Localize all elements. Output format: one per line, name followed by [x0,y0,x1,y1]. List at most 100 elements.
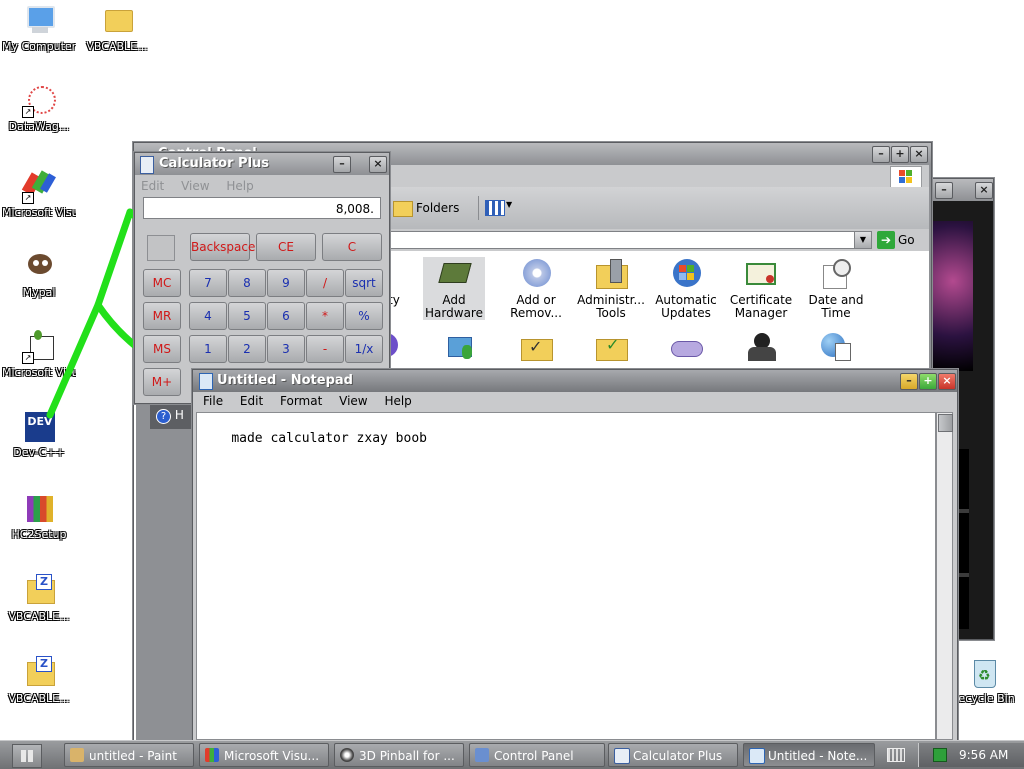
start-button[interactable] [12,744,42,768]
go-button[interactable]: ➔ Go [876,230,915,250]
m-plus-key[interactable]: M+ [143,368,181,396]
taskbar-item-pinball[interactable]: 3D Pinball for ... [334,743,464,767]
key-1[interactable]: 1 [189,335,227,363]
desktop-icon-my-computer[interactable]: My Computer [2,4,76,53]
address-input[interactable]: p [374,231,872,249]
control-panel-icon [475,748,489,762]
cp-item-folder-options-icon[interactable]: ✓ [519,331,553,363]
calculator-window[interactable]: Calculator Plus – × Edit View Help 8,008… [134,152,390,404]
calculator-icon [614,748,630,764]
key-4[interactable]: 4 [189,302,227,330]
ms-key[interactable]: MS [143,335,181,363]
desktop-icon-hc2setup[interactable]: HC2Setup [2,492,76,541]
paint-icon [70,748,84,762]
notepad-minimize-button[interactable]: – [900,373,918,390]
backspace-key[interactable]: Backspace [190,233,255,261]
key-7[interactable]: 7 [189,269,227,297]
folders-icon [393,201,413,217]
calc-menu-edit[interactable]: Edit [141,179,164,193]
cp-item-automatic-updates[interactable]: Automatic Updates [648,257,724,320]
taskbar-item-paint[interactable]: untitled - Paint [64,743,194,767]
recycle-bin-icon: ♻ [966,656,1000,690]
notepad-menu-file[interactable]: File [203,394,223,408]
calc-display: 8,008. [143,197,381,219]
notepad-menu-view[interactable]: View [339,394,367,408]
cp-item-add-remove[interactable]: Add or Remov... [498,257,574,320]
add-hardware-icon [437,257,472,291]
keyboard-icon[interactable] [887,748,905,762]
notepad-window[interactable]: Untitled - Notepad – + × File Edit Forma… [192,369,958,743]
cp-item-mouse-icon[interactable] [444,331,478,363]
zip-folder-icon: Z [22,574,56,608]
pinball-close-button[interactable]: × [975,182,993,199]
cp-item-date-time[interactable]: Date and Time [798,257,874,320]
cp-item-admin-tools[interactable]: Administr... Tools [573,257,649,320]
notepad-title: Untitled - Notepad [217,373,353,388]
notepad-vertical-scrollbar[interactable] [936,412,953,740]
desktop-icon-datawag[interactable]: ↗ DataWag... [2,84,76,133]
folders-button[interactable]: Folders [390,197,459,219]
c-key[interactable]: C [322,233,382,261]
cp-item-internet-options-icon[interactable] [819,331,853,363]
key-3[interactable]: 3 [267,335,305,363]
notepad-titlebar[interactable]: Untitled - Notepad [193,370,957,392]
clock[interactable]: 9:56 AM [959,743,1008,767]
cp-item-certificate-manager[interactable]: Certificate Manager [723,257,799,320]
calc-menu-help[interactable]: Help [226,179,253,193]
calc-close-button[interactable]: × [369,156,387,173]
notepad-menubar: File Edit Format View Help [203,392,955,410]
address-dropdown-button[interactable]: ▼ [854,231,872,249]
mc-key[interactable]: MC [143,269,181,297]
views-button[interactable]: ▼ [478,196,515,220]
notepad-maximize-button[interactable]: + [919,373,937,390]
calc-menu-view[interactable]: View [181,179,209,193]
calc-minimize-button[interactable]: – [333,156,351,173]
key-6[interactable]: 6 [267,302,305,330]
folder-icon [100,4,134,38]
key-9[interactable]: 9 [267,269,305,297]
notepad-icon [749,748,765,764]
subtract-key[interactable]: - [306,335,344,363]
calc-memory-indicator [147,235,175,261]
shortcut-arrow-icon: ↗ [22,192,34,204]
taskbar-item-visual-studio[interactable]: Microsoft Visu... [199,743,329,767]
cp-item-game-controllers-icon[interactable] [669,333,703,363]
notepad-menu-edit[interactable]: Edit [240,394,263,408]
cp-close-button[interactable]: × [910,146,928,163]
add-remove-icon [519,257,553,291]
desktop-icon-vbcable-folder[interactable]: VBCABLE... [80,4,154,53]
network-tray-icon[interactable] [933,748,947,762]
percent-key[interactable]: % [345,302,383,330]
sqrt-key[interactable]: sqrt [345,269,383,297]
ce-key[interactable]: CE [256,233,316,261]
cp-item-user-icon[interactable] [744,331,778,363]
shortcut-arrow-icon: ↗ [22,106,34,118]
divide-key[interactable]: / [306,269,344,297]
reciprocal-key[interactable]: 1/x [345,335,383,363]
cp-maximize-button[interactable]: + [891,146,909,163]
notepad-text-area[interactable]: made calculator zxay boob [196,412,936,740]
shortcut-arrow-icon: ↗ [22,352,34,364]
notepad-close-button[interactable]: × [938,373,956,390]
cp-minimize-button[interactable]: – [872,146,890,163]
scrollbar-thumb[interactable] [938,414,953,432]
pinball-minimize-button[interactable]: – [935,182,953,199]
taskbar-item-calculator[interactable]: Calculator Plus [608,743,738,767]
mr-key[interactable]: MR [143,302,181,330]
desktop-icon-vbcable-zip-1[interactable]: Z VBCABLE... [2,574,76,623]
my-computer-icon [22,4,56,38]
cp-item-add-hardware[interactable]: Add Hardware [423,257,485,320]
datawag-icon: ↗ [22,84,56,118]
key-2[interactable]: 2 [228,335,266,363]
cp-item-folder2-icon[interactable]: ✓ [594,331,628,363]
desktop-icon-vbcable-zip-2[interactable]: Z VBCABLE... [2,656,76,705]
taskbar-item-notepad[interactable]: Untitled - Note... [743,743,875,767]
key-5[interactable]: 5 [228,302,266,330]
notepad-menu-help[interactable]: Help [384,394,411,408]
visual-studio-icon [205,748,219,762]
multiply-key[interactable]: * [306,302,344,330]
taskbar-item-control-panel[interactable]: Control Panel [469,743,605,767]
key-8[interactable]: 8 [228,269,266,297]
notepad-menu-format[interactable]: Format [280,394,322,408]
certificate-icon [744,257,778,291]
